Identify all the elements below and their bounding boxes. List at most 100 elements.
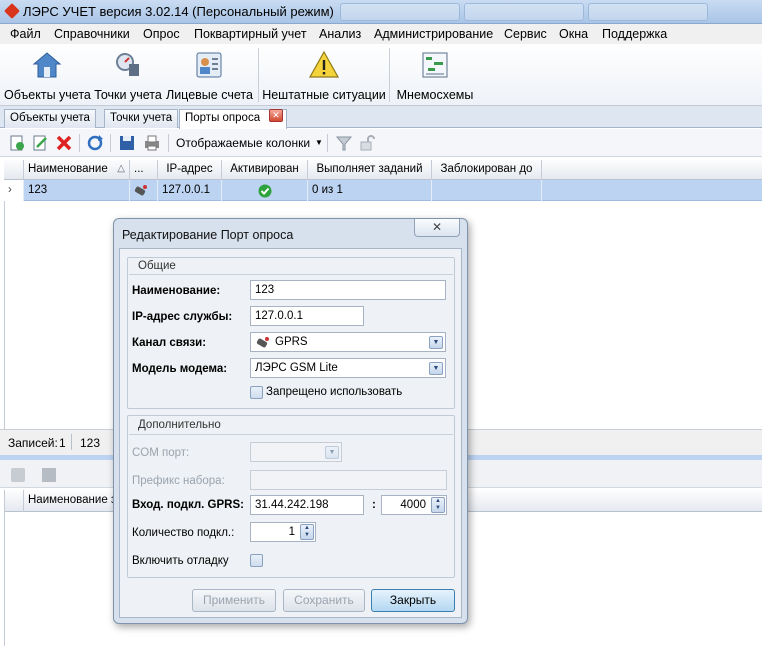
filter-icon[interactable]	[335, 134, 353, 152]
add-icon[interactable]	[8, 134, 26, 152]
group-divider	[129, 274, 453, 275]
general-group: Общие Наименование: 123 IP-адрес службы:…	[127, 257, 455, 409]
warning-icon	[309, 50, 339, 78]
spinner-arrows-icon[interactable]: ▲ ▼	[431, 497, 445, 513]
ribbon-points-button[interactable]: Точки учета	[92, 46, 164, 104]
tab-accounting-objects[interactable]: Объекты учета	[4, 109, 96, 128]
grid-header: Наименование △ ... IP-адрес Активирован В…	[4, 160, 762, 180]
ribbon-accounts-button[interactable]: Лицевые счета	[166, 46, 253, 104]
diagram-icon	[422, 52, 448, 78]
ribbon-objects-button[interactable]: Объекты учета	[4, 46, 91, 104]
menu-file[interactable]: Файл	[10, 27, 41, 41]
menu-apartment-accounting[interactable]: Поквартирный учет	[194, 27, 307, 41]
com-port-select[interactable]: ▼	[250, 442, 342, 462]
menu-support[interactable]: Поддержка	[602, 27, 667, 41]
debug-checkbox[interactable]	[250, 554, 263, 567]
save-icon[interactable]	[118, 134, 136, 152]
column-header-channel[interactable]: ...	[130, 160, 158, 180]
ribbon-mnemo-button[interactable]: Мнемосхемы	[394, 46, 476, 104]
disabled-stop-icon[interactable]	[40, 466, 58, 484]
cell-channel	[130, 180, 158, 201]
records-label: Записей:	[8, 436, 58, 450]
spinner-arrows-icon[interactable]: ▲ ▼	[300, 524, 314, 540]
column-header-blocked-until[interactable]: Заблокирован до	[432, 160, 542, 180]
channel-value: GPRS	[275, 336, 308, 348]
apply-button[interactable]: Применить	[192, 589, 276, 612]
chevron-down-icon[interactable]: ▼	[429, 336, 443, 349]
chevron-down-icon[interactable]: ▼	[429, 362, 443, 375]
connections-count-label: Количество подкл.:	[132, 527, 235, 539]
dial-prefix-field[interactable]	[250, 470, 447, 490]
modem-icon	[134, 185, 147, 196]
cell-blocked-until	[432, 180, 542, 201]
lower-column-header-name[interactable]: Наименование за	[24, 490, 114, 512]
save-button[interactable]: Сохранить	[283, 589, 365, 612]
column-header-name[interactable]: Наименование △	[24, 160, 130, 180]
menu-windows[interactable]: Окна	[559, 27, 588, 41]
columns-dropdown-arrow-icon[interactable]: ▼	[315, 138, 323, 147]
modem-value: ЛЭРС GSM Lite	[255, 362, 338, 374]
column-header-activated[interactable]: Активирован	[222, 160, 308, 180]
delete-icon[interactable]	[55, 134, 73, 152]
column-header-name-text: Наименование	[28, 163, 108, 175]
extra-group-title: Дополнительно	[138, 419, 221, 431]
dialog-buttons: Применить Сохранить Закрыть	[120, 589, 463, 614]
tab-accounting-points[interactable]: Точки учета	[104, 109, 179, 128]
dial-prefix-label: Префикс набора:	[132, 475, 225, 487]
forbidden-checkbox[interactable]	[250, 386, 263, 399]
chevron-down-icon[interactable]: ▼	[325, 446, 339, 459]
channel-label: Канал связи:	[132, 337, 207, 349]
ribbon-mnemo-label: Мнемосхемы	[396, 88, 474, 102]
app-logo-icon	[4, 3, 20, 19]
channel-select[interactable]: GPRS ▼	[250, 332, 446, 352]
status-separator	[71, 434, 72, 450]
dialog-close-icon[interactable]: ✕	[414, 219, 460, 237]
dialog-body: Общие Наименование: 123 IP-адрес службы:…	[119, 248, 462, 618]
unlock-icon[interactable]	[358, 134, 376, 152]
column-header-ip[interactable]: IP-адрес	[158, 160, 222, 180]
cell-activated	[222, 180, 308, 201]
cell-tasks: 0 из 1	[308, 180, 432, 201]
toolbar-separator	[327, 134, 328, 152]
ribbon-emergencies-label: Нештатные ситуации	[262, 88, 386, 102]
menu-polling[interactable]: Опрос	[143, 27, 180, 41]
modem-label: Модель модема:	[132, 363, 228, 375]
refresh-icon[interactable]	[86, 134, 104, 152]
check-circle-icon	[258, 184, 271, 198]
name-field[interactable]: 123	[250, 280, 446, 300]
gprs-port-spinner[interactable]: 4000 ▲ ▼	[381, 495, 447, 515]
records-count: 1	[59, 436, 66, 450]
gprs-port-value: 4000	[400, 499, 426, 511]
menu-administration[interactable]: Администрирование	[374, 27, 493, 41]
print-icon[interactable]	[143, 134, 161, 152]
menu-directories[interactable]: Справочники	[54, 27, 130, 41]
menu-service[interactable]: Сервис	[504, 27, 547, 41]
connections-count-spinner[interactable]: 1 ▲ ▼	[250, 522, 316, 542]
modem-select[interactable]: ЛЭРС GSM Lite ▼	[250, 358, 446, 378]
forbidden-label: Запрещено использовать	[266, 386, 403, 398]
menu-analysis[interactable]: Анализ	[319, 27, 361, 41]
column-header-tasks[interactable]: Выполняет заданий	[308, 160, 432, 180]
table-row[interactable]: › 123 127.0.0.1 0 из 1	[4, 180, 762, 201]
edit-port-dialog: Редактирование Порт опроса ✕ Общие Наиме…	[113, 218, 468, 624]
ip-label: IP-адрес службы:	[132, 311, 233, 323]
dialog-title: Редактирование Порт опроса	[122, 228, 294, 242]
ribbon: Объекты учета Точки учета Лицевые счета …	[0, 44, 762, 106]
disabled-refresh-icon[interactable]	[9, 466, 27, 484]
ghost-tab	[588, 3, 708, 21]
cell-ip: 127.0.0.1	[158, 180, 222, 201]
background-windows	[340, 3, 760, 21]
lower-grid-indicator-header	[4, 490, 24, 512]
gprs-ip-field[interactable]: 31.44.242.198	[250, 495, 364, 515]
current-record: 123	[80, 436, 101, 450]
ribbon-separator	[258, 48, 259, 102]
debug-label: Включить отладку	[132, 555, 229, 567]
ip-field[interactable]: 127.0.0.1	[250, 306, 364, 326]
edit-icon[interactable]	[31, 134, 49, 152]
tab-close-icon[interactable]: ✕	[269, 109, 283, 122]
toolbar-separator	[79, 134, 80, 152]
close-button[interactable]: Закрыть	[371, 589, 455, 612]
columns-dropdown-label[interactable]: Отображаемые колонки	[176, 136, 310, 150]
ribbon-emergencies-button[interactable]: Нештатные ситуации	[262, 46, 386, 104]
gprs-label: Вход. подкл. GPRS:	[132, 499, 244, 511]
